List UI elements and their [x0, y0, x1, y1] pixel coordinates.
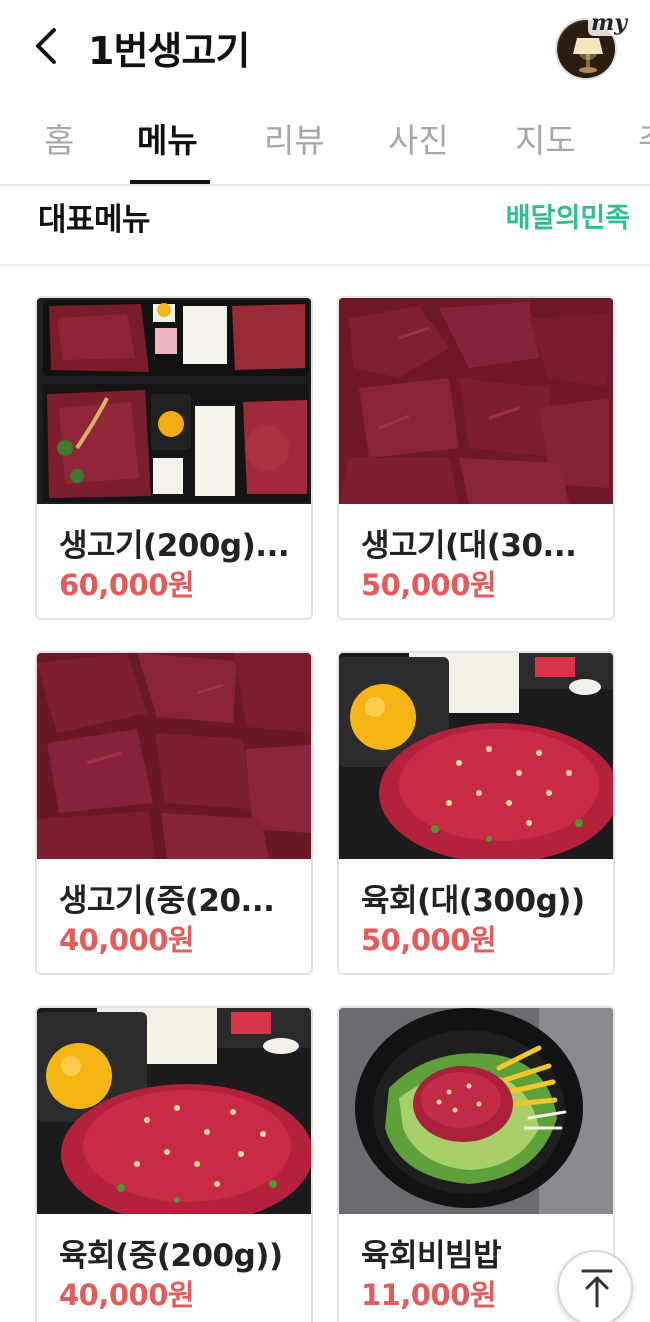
menu-item-photo [339, 1008, 613, 1214]
menu-item-name: 육회(대(300g)) [361, 883, 585, 919]
my-badge: my [588, 10, 631, 36]
menu-item-photo [37, 298, 311, 504]
menu-card[interactable]: 생고기(중(20... 40,000원 [35, 651, 313, 975]
menu-card[interactable]: 육회(대(300g)) 50,000원 [337, 651, 615, 975]
menu-item-price: 40,000원 [59, 923, 195, 957]
my-profile-button[interactable]: my [555, 10, 631, 82]
menu-item-name: 생고기(중(20... [59, 883, 275, 919]
tab-home[interactable]: 홈 [44, 114, 74, 162]
menu-item-photo [37, 653, 311, 859]
menu-item-price: 11,000원 [361, 1278, 497, 1312]
tab-menu[interactable]: 메뉴 [137, 114, 198, 162]
tab-reviews[interactable]: 리뷰 [264, 114, 325, 162]
menu-item-photo [339, 653, 613, 859]
tab-map[interactable]: 지도 [515, 114, 576, 162]
menu-item-price: 40,000원 [59, 1278, 195, 1312]
page-title: 1번생고기 [88, 29, 250, 73]
section-header: 대표메뉴 배달의민족 [0, 186, 650, 266]
menu-item-photo [37, 1008, 311, 1214]
tab-photos[interactable]: 사진 [388, 114, 449, 162]
menu-item-name: 생고기(200g)... [59, 528, 290, 564]
menu-item-name: 육회(중(200g)) [59, 1238, 283, 1274]
active-tab-indicator [130, 180, 210, 184]
menu-item-price: 50,000원 [361, 923, 497, 957]
menu-card[interactable]: 생고기(200g)... 60,000원 [35, 296, 313, 620]
menu-item-price: 50,000원 [361, 568, 497, 602]
tab-bar: 홈 메뉴 리뷰 사진 지도 주 [0, 96, 650, 186]
menu-card[interactable]: 생고기(대(30... 50,000원 [337, 296, 615, 620]
menu-card[interactable]: 육회(중(200g)) 40,000원 [35, 1006, 313, 1322]
scroll-to-top-button[interactable] [557, 1250, 633, 1322]
menu-item-name: 생고기(대(30... [361, 528, 577, 564]
section-title: 대표메뉴 [38, 202, 151, 238]
app-header: 1번생고기 my [0, 0, 650, 96]
scroll-to-top-icon [581, 1269, 613, 1308]
back-button[interactable] [28, 24, 68, 68]
baemin-link[interactable]: 배달의민족 [506, 196, 630, 235]
tab-more[interactable]: 주 [638, 114, 650, 162]
menu-item-photo [339, 298, 613, 504]
back-arrow-icon [36, 28, 56, 64]
menu-item-price: 60,000원 [59, 568, 195, 602]
